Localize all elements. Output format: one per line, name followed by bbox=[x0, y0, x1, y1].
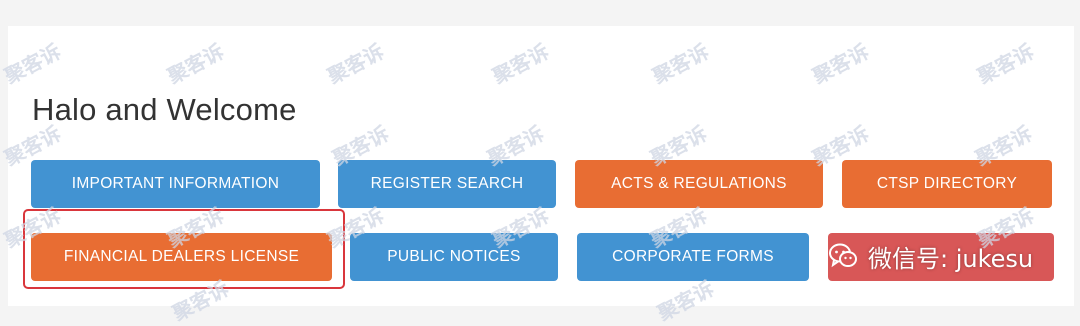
page-title: Halo and Welcome bbox=[32, 92, 297, 127]
wechat-overlay: 微信号: jukesu bbox=[828, 232, 1033, 280]
important-information-button[interactable]: IMPORTANT INFORMATION bbox=[31, 160, 320, 208]
wechat-id-text: 微信号: jukesu bbox=[868, 244, 1034, 273]
public-notices-button[interactable]: PUBLIC NOTICES bbox=[350, 233, 558, 281]
highlight-box bbox=[23, 209, 345, 289]
register-search-button[interactable]: REGISTER SEARCH bbox=[338, 160, 556, 208]
wechat-icon bbox=[828, 241, 858, 271]
corporate-forms-button[interactable]: CORPORATE FORMS bbox=[577, 233, 809, 281]
acts-regulations-button[interactable]: ACTS & REGULATIONS bbox=[575, 160, 823, 208]
ctsp-directory-button[interactable]: CTSP DIRECTORY bbox=[842, 160, 1052, 208]
